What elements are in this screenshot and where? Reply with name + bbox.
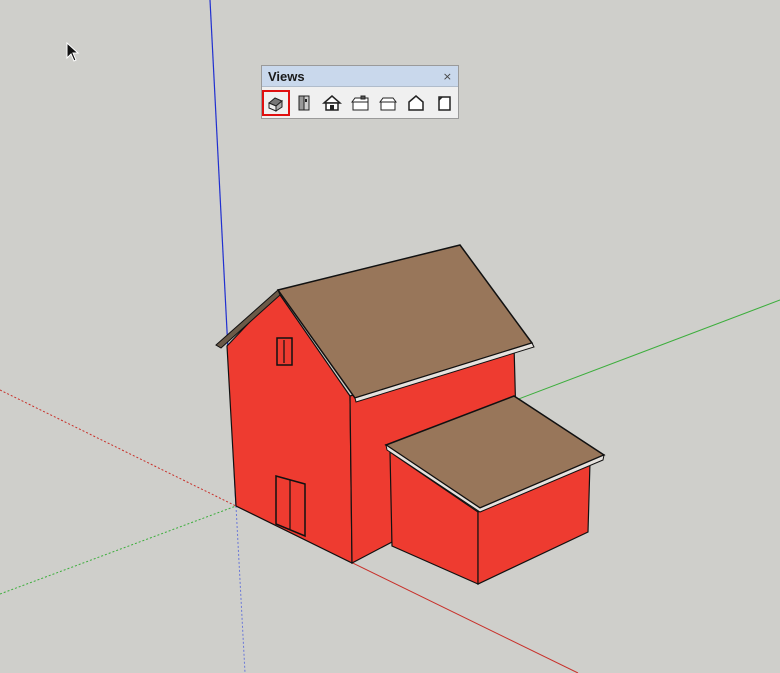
right-view-button[interactable] — [346, 90, 374, 116]
front-view-button[interactable] — [318, 90, 346, 116]
arrow-cursor-icon — [66, 42, 80, 62]
bottom-view-icon — [438, 96, 451, 111]
top-view-icon — [298, 95, 310, 111]
red-axis-negative — [0, 389, 237, 507]
views-toolbar-titlebar[interactable]: Views × — [262, 66, 458, 87]
back-view-button[interactable] — [374, 90, 402, 116]
close-icon[interactable]: × — [443, 70, 452, 83]
top-view-button[interactable] — [290, 90, 318, 116]
views-button-row — [262, 87, 458, 116]
left-view-icon — [408, 95, 424, 111]
front-house-icon — [322, 95, 342, 111]
left-view-button[interactable] — [402, 90, 430, 116]
views-toolbar[interactable]: Views × — [261, 65, 459, 119]
iso-house-icon — [268, 97, 283, 112]
green-axis-negative — [0, 505, 237, 595]
blue-axis-negative — [235, 505, 246, 673]
bottom-view-button[interactable] — [430, 90, 458, 116]
views-toolbar-title: Views — [268, 68, 305, 84]
iso-view-button[interactable] — [262, 90, 290, 116]
back-view-icon — [379, 97, 397, 111]
right-view-icon — [351, 95, 369, 111]
